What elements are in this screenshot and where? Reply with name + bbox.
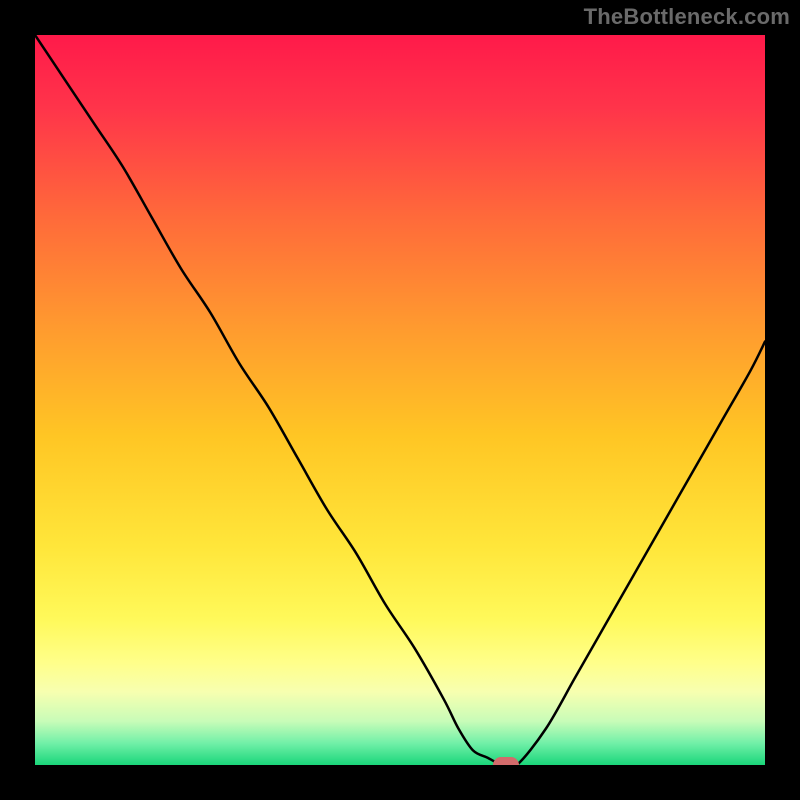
- watermark-text: TheBottleneck.com: [584, 4, 790, 30]
- minimum-marker: [493, 757, 519, 765]
- chart-frame: TheBottleneck.com: [0, 0, 800, 800]
- bottleneck-curve: [35, 35, 765, 765]
- plot-area: [35, 35, 765, 765]
